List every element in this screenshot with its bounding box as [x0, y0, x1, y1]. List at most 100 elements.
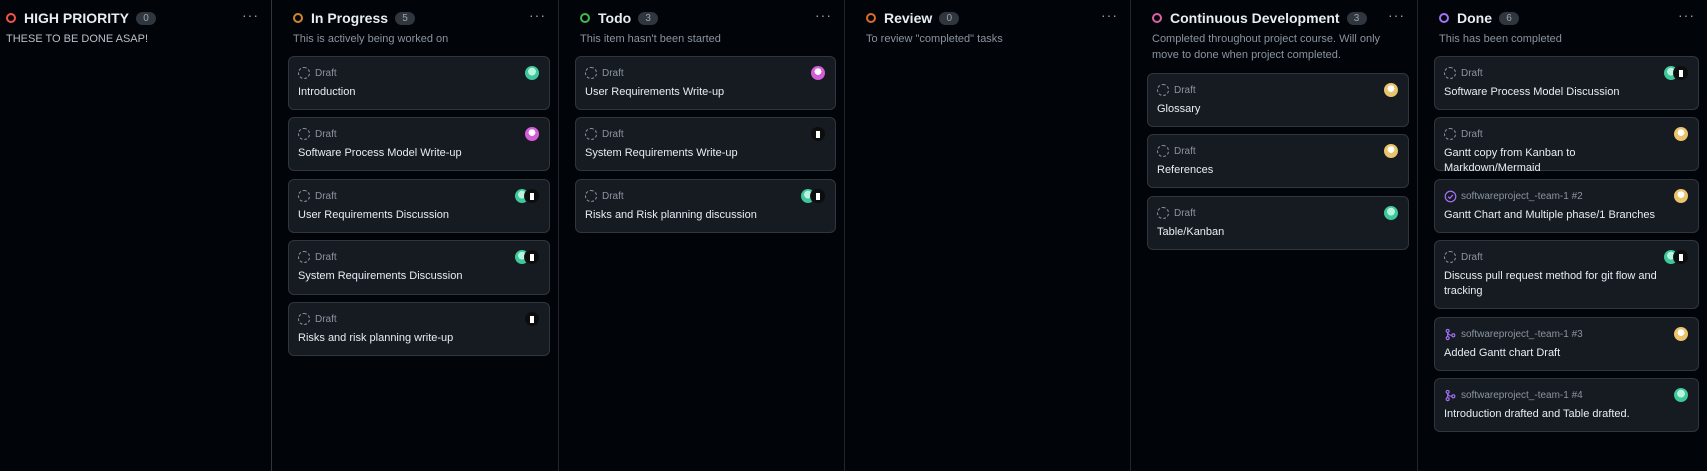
draft-icon	[298, 313, 310, 325]
avatar[interactable]	[524, 188, 540, 204]
column-menu-button[interactable]: ···	[811, 8, 836, 26]
card-title: Introduction drafted and Table drafted.	[1444, 408, 1630, 420]
card-meta-text[interactable]: softwareproject_-team-1 #4	[1461, 390, 1583, 401]
card-meta-text: Draft	[602, 190, 624, 202]
card[interactable]: Draft Discuss pull request method for gi…	[1434, 240, 1699, 309]
card[interactable]: softwareproject_-team-1 #2 Gantt Chart a…	[1434, 179, 1699, 233]
card-title: Added Gantt chart Draft	[1444, 347, 1561, 359]
card-title: Software Process Model Write-up	[298, 147, 462, 159]
avatar[interactable]	[1383, 82, 1399, 98]
card[interactable]: softwareproject_-team-1 #4 Introduction …	[1434, 378, 1699, 432]
column-header: Done 6 ···	[1439, 8, 1699, 28]
avatar[interactable]	[524, 65, 540, 81]
card-meta-text: Draft	[1461, 128, 1483, 140]
card-meta: Draft	[1444, 250, 1483, 264]
card-meta-text: Draft	[315, 190, 337, 202]
avatar[interactable]	[1383, 205, 1399, 221]
card[interactable]: Draft Gantt copy from Kanban to Markdown…	[1434, 117, 1699, 174]
column-header: Todo 3 ···	[580, 8, 836, 28]
avatar[interactable]	[1673, 65, 1689, 81]
draft-icon	[298, 251, 310, 263]
avatar[interactable]	[1673, 387, 1689, 403]
column-header: In Progress 5 ···	[293, 8, 550, 28]
column-menu-button[interactable]: ···	[1674, 8, 1699, 26]
avatar[interactable]	[1673, 326, 1689, 342]
avatar[interactable]	[1673, 188, 1689, 204]
count-badge: 0	[939, 11, 960, 25]
card-title: References	[1157, 164, 1214, 176]
card-meta-text: Draft	[315, 313, 337, 325]
count-badge: 5	[395, 11, 416, 25]
card-title: Table/Kanban	[1157, 226, 1225, 238]
card[interactable]: Draft Glossary	[1147, 73, 1409, 127]
assignees	[810, 126, 826, 142]
count-badge: 3	[638, 11, 659, 25]
column-description: THESE TO BE DONE ASAP!	[6, 33, 149, 45]
card-meta: Draft	[1157, 144, 1196, 158]
avatar[interactable]	[524, 126, 540, 142]
avatar[interactable]	[524, 249, 540, 265]
assignees	[810, 65, 826, 81]
status-circle-icon	[6, 13, 16, 23]
column-menu-button[interactable]: ···	[1097, 8, 1122, 26]
status-circle-icon	[1152, 13, 1162, 23]
card[interactable]: Draft System Requirements Discussion	[288, 240, 550, 295]
draft-icon	[1444, 67, 1456, 79]
card-title: Gantt copy from Kanban to Markdown/Merma…	[1444, 147, 1576, 174]
issue-closed-icon	[1444, 190, 1457, 202]
card[interactable]: Draft References	[1147, 134, 1409, 188]
draft-icon	[1444, 251, 1456, 263]
column-title: Todo	[598, 10, 632, 26]
card[interactable]: Draft User Requirements Write-up	[575, 56, 836, 110]
card[interactable]: softwareproject_-team-1 #3 Added Gantt c…	[1434, 317, 1699, 371]
card[interactable]: Draft Software Process Model Write-up	[288, 117, 550, 171]
card[interactable]: Draft System Requirements Write-up	[575, 117, 836, 171]
card-meta: softwareproject_-team-1 #3	[1444, 327, 1583, 341]
card-meta-text[interactable]: softwareproject_-team-1 #2	[1461, 191, 1583, 202]
card-title: Risks and risk planning write-up	[298, 332, 454, 344]
card-meta-text: Draft	[602, 128, 624, 140]
avatar[interactable]	[810, 65, 826, 81]
card[interactable]: Draft Risks and Risk planning discussion	[575, 179, 836, 233]
status-circle-icon	[1439, 13, 1449, 23]
card-meta-text: Draft	[1461, 251, 1483, 263]
avatar[interactable]	[1673, 249, 1689, 265]
draft-icon	[298, 67, 310, 79]
card-title: User Requirements Discussion	[298, 209, 449, 221]
avatar[interactable]	[810, 188, 826, 204]
draft-icon	[1157, 84, 1169, 96]
card[interactable]: Draft Table/Kanban	[1147, 196, 1409, 250]
card-title: Introduction	[298, 86, 356, 98]
card[interactable]: Draft User Requirements Discussion	[288, 179, 550, 233]
assignees	[1663, 249, 1689, 265]
card-meta-text[interactable]: softwareproject_-team-1 #3	[1461, 329, 1583, 340]
column-menu-button[interactable]: ···	[1384, 8, 1409, 26]
card-meta-text: Draft	[315, 128, 337, 140]
avatar[interactable]	[810, 126, 826, 142]
card[interactable]: Draft Software Process Model Discussion	[1434, 56, 1699, 110]
assignees	[514, 249, 540, 265]
card-title: System Requirements Discussion	[298, 270, 463, 282]
column-menu-button[interactable]: ···	[525, 8, 550, 26]
assignees	[1673, 188, 1689, 204]
card[interactable]: Draft Risks and risk planning write-up	[288, 302, 550, 356]
column-high-priority: HIGH PRIORITY 0 ··· THESE TO BE DONE ASA…	[0, 0, 272, 471]
avatar[interactable]	[524, 311, 540, 327]
draft-icon	[585, 128, 597, 140]
draft-icon	[1157, 207, 1169, 219]
card-meta: Draft	[1157, 83, 1196, 97]
avatar[interactable]	[1673, 126, 1689, 142]
status-circle-icon	[293, 13, 303, 23]
column-header: Review 0 ···	[866, 8, 1122, 28]
card-meta: Draft	[298, 189, 337, 203]
card[interactable]: Draft Introduction	[288, 56, 550, 110]
card-meta: Draft	[1157, 206, 1196, 220]
column-todo: Todo 3 ··· This item hasn't been started…	[567, 0, 845, 471]
assignees	[524, 126, 540, 142]
card-meta: Draft	[585, 66, 624, 80]
assignees	[1673, 126, 1689, 142]
card-title: Discuss pull request method for git flow…	[1444, 270, 1657, 297]
assignees	[800, 188, 826, 204]
column-menu-button[interactable]: ···	[238, 8, 263, 26]
avatar[interactable]	[1383, 143, 1399, 159]
